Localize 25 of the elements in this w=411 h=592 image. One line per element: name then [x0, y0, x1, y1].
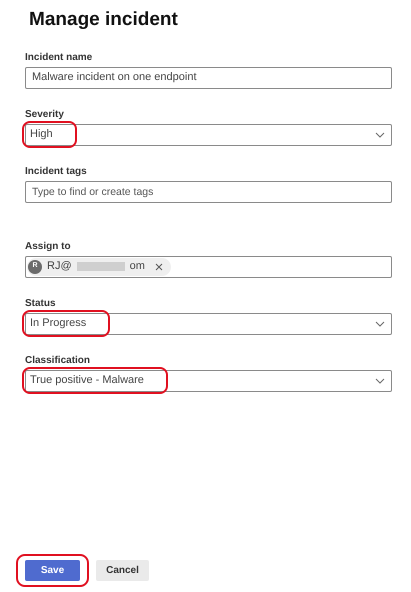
field-value: True positive - Malware	[30, 373, 144, 388]
field-label: Severity	[25, 108, 64, 122]
save-button[interactable]: Save	[25, 560, 80, 581]
chevron-down-icon	[375, 320, 385, 326]
field-label: Assign to	[25, 240, 71, 254]
field-label: Status	[25, 296, 56, 310]
chevron-down-icon	[375, 378, 385, 384]
text-field[interactable]: Malware incident on one endpoint	[25, 66, 392, 88]
field-label: Incident tags	[25, 164, 87, 178]
dropdown-field[interactable]: True positive - Malware	[25, 370, 392, 392]
field-label: Classification	[25, 354, 90, 368]
field-value: In Progress	[30, 316, 86, 332]
person-email-end: om	[130, 259, 145, 274]
cancel-button[interactable]: Cancel	[96, 560, 149, 581]
panel-title: Manage incident	[29, 8, 179, 32]
dropdown-field[interactable]: High	[25, 124, 392, 146]
person-email-start: RJ@	[47, 259, 72, 274]
redaction-bar	[76, 262, 125, 271]
dropdown-field[interactable]: In Progress	[25, 312, 392, 334]
field-value: Malware incident on one endpoint	[32, 70, 197, 86]
close-icon[interactable]	[154, 262, 163, 270]
tags-input[interactable]: Type to find or create tags	[25, 180, 392, 202]
field-label: Incident name	[25, 50, 92, 64]
chevron-down-icon	[375, 132, 385, 138]
field-value: High	[30, 127, 53, 142]
